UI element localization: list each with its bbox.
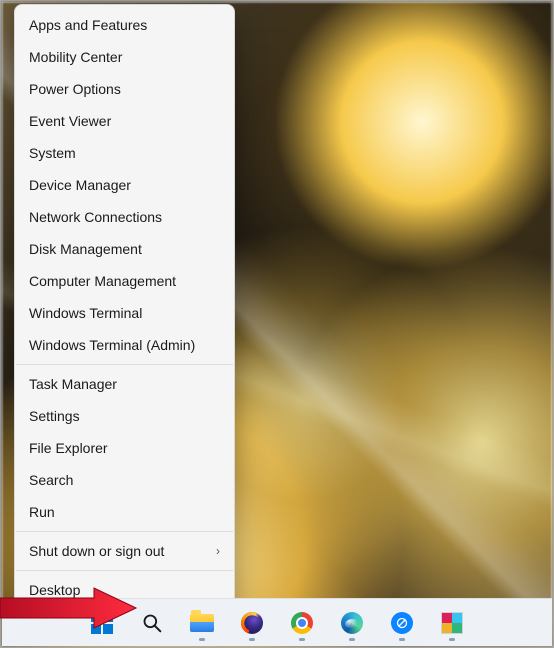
app-blue-button[interactable] — [382, 603, 422, 643]
menu-windows-terminal-admin[interactable]: Windows Terminal (Admin) — [15, 329, 234, 361]
menu-item-label: System — [29, 145, 76, 161]
edge-button[interactable] — [332, 603, 372, 643]
menu-system[interactable]: System — [15, 137, 234, 169]
running-indicator — [349, 638, 355, 641]
menu-network-connections[interactable]: Network Connections — [15, 201, 234, 233]
grid-app-icon — [441, 612, 463, 634]
menu-item-label: Event Viewer — [29, 113, 111, 129]
start-button[interactable] — [82, 603, 122, 643]
menu-item-label: Windows Terminal — [29, 305, 142, 321]
menu-item-label: Device Manager — [29, 177, 131, 193]
running-indicator — [199, 638, 205, 641]
menu-item-label: File Explorer — [29, 440, 108, 456]
menu-item-label: Settings — [29, 408, 80, 424]
windows-logo-icon — [91, 612, 113, 634]
search-button[interactable] — [132, 603, 172, 643]
firefox-icon — [241, 612, 263, 634]
menu-event-viewer[interactable]: Event Viewer — [15, 105, 234, 137]
file-explorer-button[interactable] — [182, 603, 222, 643]
edge-icon — [341, 612, 363, 634]
menu-item-label: Network Connections — [29, 209, 162, 225]
app-grid-button[interactable] — [432, 603, 472, 643]
menu-separator — [16, 531, 233, 532]
taskbar — [2, 598, 552, 646]
menu-item-label: Power Options — [29, 81, 121, 97]
menu-separator — [16, 570, 233, 571]
menu-item-label: Apps and Features — [29, 17, 147, 33]
menu-windows-terminal[interactable]: Windows Terminal — [15, 297, 234, 329]
search-icon — [142, 613, 162, 633]
chrome-button[interactable] — [282, 603, 322, 643]
menu-shutdown-signout[interactable]: Shut down or sign out › — [15, 535, 234, 567]
file-explorer-icon — [190, 614, 214, 632]
menu-device-manager[interactable]: Device Manager — [15, 169, 234, 201]
menu-item-label: Disk Management — [29, 241, 142, 257]
menu-item-label: Computer Management — [29, 273, 176, 289]
menu-mobility-center[interactable]: Mobility Center — [15, 41, 234, 73]
winx-context-menu: Apps and Features Mobility Center Power Op… — [14, 4, 235, 611]
menu-computer-management[interactable]: Computer Management — [15, 265, 234, 297]
menu-apps-and-features[interactable]: Apps and Features — [15, 9, 234, 41]
menu-item-label: Windows Terminal (Admin) — [29, 337, 195, 353]
firefox-button[interactable] — [232, 603, 272, 643]
chrome-icon — [291, 612, 313, 634]
menu-file-explorer[interactable]: File Explorer — [15, 432, 234, 464]
menu-item-label: Run — [29, 504, 55, 520]
menu-item-label: Task Manager — [29, 376, 117, 392]
running-indicator — [399, 638, 405, 641]
menu-search[interactable]: Search — [15, 464, 234, 496]
running-indicator — [449, 638, 455, 641]
menu-item-label: Desktop — [29, 582, 80, 598]
menu-disk-management[interactable]: Disk Management — [15, 233, 234, 265]
chevron-right-icon: › — [216, 544, 220, 558]
menu-item-label: Mobility Center — [29, 49, 122, 65]
menu-item-label: Search — [29, 472, 73, 488]
menu-run[interactable]: Run — [15, 496, 234, 528]
running-indicator — [299, 638, 305, 641]
menu-task-manager[interactable]: Task Manager — [15, 368, 234, 400]
circle-slash-icon — [391, 612, 413, 634]
menu-item-label: Shut down or sign out — [29, 543, 164, 559]
menu-settings[interactable]: Settings — [15, 400, 234, 432]
menu-separator — [16, 364, 233, 365]
running-indicator — [249, 638, 255, 641]
menu-power-options[interactable]: Power Options — [15, 73, 234, 105]
